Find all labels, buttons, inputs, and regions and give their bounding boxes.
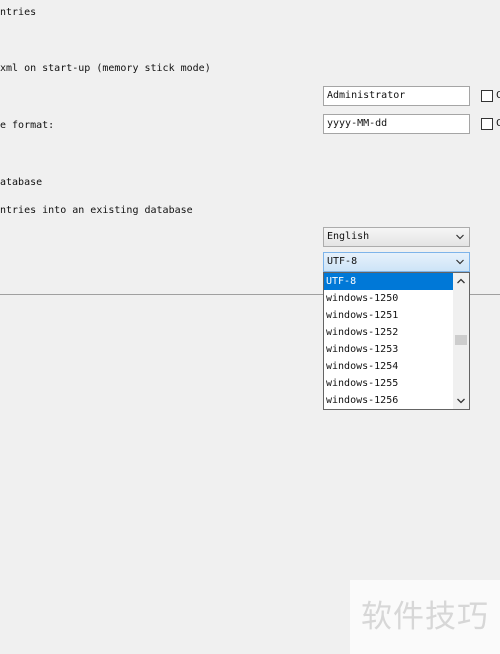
dropdown-scrollbar[interactable] bbox=[453, 273, 469, 409]
encoding-option[interactable]: UTF-8 bbox=[324, 273, 453, 290]
chevron-down-icon bbox=[456, 259, 464, 265]
watermark-logo: 软件技巧 bbox=[350, 580, 500, 654]
username-checkbox-label: C bbox=[496, 90, 500, 101]
entries-label: ntries bbox=[0, 7, 37, 18]
encoding-option[interactable]: windows-1252 bbox=[324, 324, 453, 341]
encoding-option[interactable]: windows-1251 bbox=[324, 307, 453, 324]
username-field[interactable]: Administrator bbox=[323, 86, 470, 106]
language-select-value: English bbox=[327, 231, 370, 242]
username-checkbox[interactable] bbox=[481, 90, 493, 102]
scroll-up-arrow-icon[interactable] bbox=[453, 273, 469, 289]
date-format-checkbox[interactable] bbox=[481, 118, 493, 130]
date-format-field[interactable]: yyyy-MM-dd bbox=[323, 114, 470, 134]
encoding-option[interactable]: windows-1256 bbox=[324, 392, 453, 409]
language-select[interactable]: English bbox=[323, 227, 470, 247]
date-format-label: e format: bbox=[0, 120, 55, 131]
encoding-select-value: UTF-8 bbox=[327, 256, 358, 267]
startup-option-label[interactable]: xml on start-up (memory stick mode) bbox=[0, 63, 211, 75]
encoding-dropdown-list[interactable]: UTF-8 windows-1250 windows-1251 windows-… bbox=[323, 272, 470, 410]
chevron-down-icon bbox=[456, 234, 464, 240]
database-option-label[interactable]: atabase bbox=[0, 177, 42, 189]
encoding-option[interactable]: windows-1254 bbox=[324, 358, 453, 375]
encoding-option[interactable]: windows-1253 bbox=[324, 341, 453, 358]
encoding-select[interactable]: UTF-8 bbox=[323, 252, 470, 272]
encoding-option[interactable]: windows-1250 bbox=[324, 290, 453, 307]
import-option-label[interactable]: ntries into an existing database bbox=[0, 205, 193, 217]
encoding-option[interactable]: windows-1255 bbox=[324, 375, 453, 392]
scroll-down-arrow-icon[interactable] bbox=[453, 393, 469, 409]
scrollbar-thumb[interactable] bbox=[455, 335, 467, 345]
date-format-checkbox-label: C bbox=[496, 118, 500, 129]
